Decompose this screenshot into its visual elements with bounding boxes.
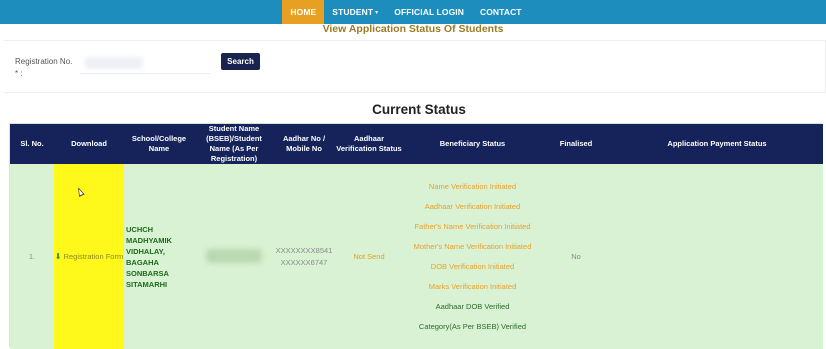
cell-payment-status (611, 164, 823, 349)
nav-student[interactable]: STUDENT ▾ (324, 0, 386, 24)
chevron-down-icon: ▾ (375, 10, 379, 16)
cell-finalised: No (571, 252, 581, 261)
col-beneficiary-status: Beneficiary Status (439, 139, 506, 148)
registration-input-value (85, 57, 143, 69)
beneficiary-status-item: Name Verification Initiated (428, 181, 517, 191)
registration-label: Registration No. * : (15, 57, 73, 78)
status-table: Sl. No. Download School/College Name Stu… (9, 123, 823, 349)
beneficiary-status-item: Marks Verification Initiated (428, 281, 517, 291)
registration-form-link[interactable]: ⬇ Registration Form (54, 164, 124, 349)
mobile-number: XXXXXX6747 (280, 257, 328, 267)
col-aadhaar-verification: Aadhaar Verification Status (336, 134, 402, 153)
nav-home[interactable]: HOME (282, 0, 325, 24)
beneficiary-status-item: Father's Name Verification Initiated (414, 221, 531, 231)
col-sl-no: Sl. No. (20, 139, 44, 148)
beneficiary-status-item: Mother's Name Verification Initiated (413, 241, 532, 251)
cell-aadhar-mobile: XXXXXXXX8541 XXXXXX6747 (274, 164, 334, 349)
beneficiary-status-item: Aadhaar DOB Verified (435, 301, 510, 311)
cell-school-name: UCHCH MADHYAMIK VIDHALAY, BAGAHA SONBARS… (126, 224, 172, 289)
student-name-redacted (206, 248, 262, 263)
top-navbar: HOME STUDENT ▾ OFFICIAL LOGIN CONTACT (0, 0, 826, 24)
col-download: Download (71, 139, 107, 148)
col-finalised: Finalised (559, 139, 593, 148)
cell-beneficiary-status: Name Verification Initiated Aadhaar Veri… (404, 164, 541, 349)
col-aadhar-mobile: Aadhar No / Mobile No (282, 134, 326, 153)
nav-contact[interactable]: CONTACT (472, 0, 530, 24)
cell-sl-no: 1. (28, 252, 36, 261)
col-school-name: School/College Name (131, 134, 187, 153)
beneficiary-status-item: Aadhaar Verification Initiated (424, 201, 521, 211)
current-status-heading: Current Status (372, 102, 466, 117)
registration-form-label: Registration Form (63, 251, 124, 261)
table-header-row: Sl. No. Download School/College Name Stu… (10, 124, 823, 164)
col-student-name: Student Name (BSEB)/Student Name (As Per… (206, 124, 262, 163)
search-button[interactable]: Search (221, 53, 260, 70)
table-row: 1. ⬇ Registration Form UCHCH MADHYAMIK V… (10, 164, 823, 349)
registration-input[interactable] (80, 52, 210, 74)
col-payment-status: Application Payment Status (667, 139, 767, 148)
download-icon: ⬇ (54, 251, 62, 261)
nav-student-label: STUDENT (332, 7, 374, 17)
cell-student-name (194, 164, 274, 349)
section-title: View Application Status Of Students (322, 23, 504, 35)
cell-aadhaar-verification: Not Send (353, 252, 385, 261)
beneficiary-status-item: Category(As Per BSEB) Verified (418, 321, 527, 331)
nav-official-login[interactable]: OFFICIAL LOGIN (386, 0, 472, 24)
aadhar-number: XXXXXXXX8541 (275, 245, 333, 255)
nav-menu: HOME STUDENT ▾ OFFICIAL LOGIN CONTACT (282, 0, 529, 24)
beneficiary-status-item: DOB Verification Initiated (430, 261, 515, 271)
